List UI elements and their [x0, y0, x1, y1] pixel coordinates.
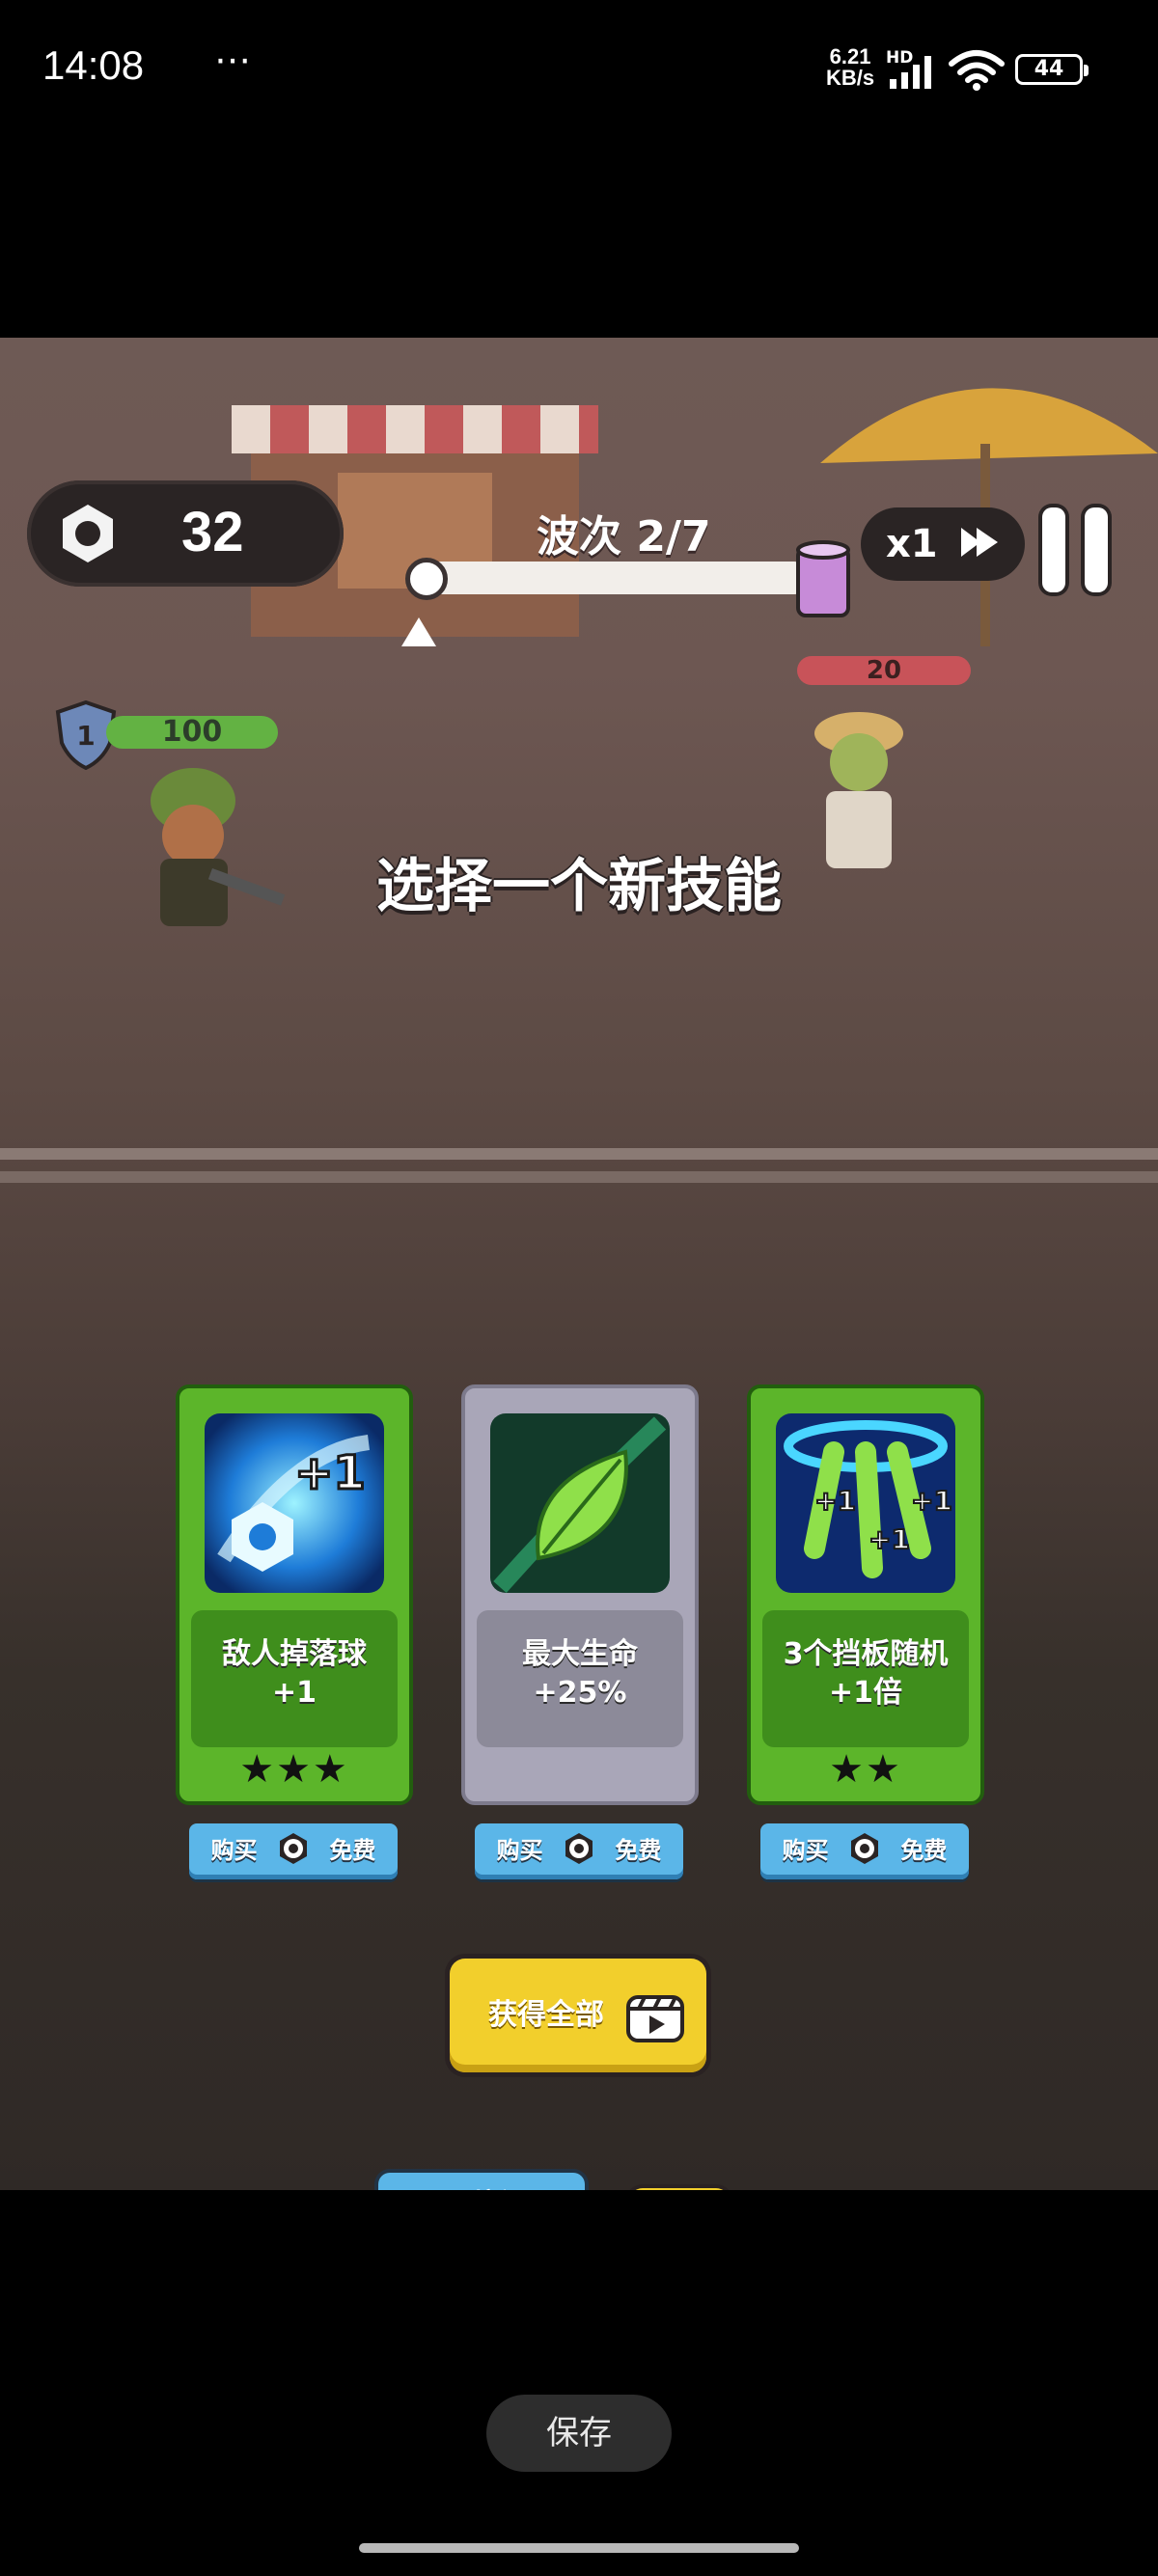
pause-bar-right	[1085, 507, 1108, 592]
wave-progress-knob	[405, 558, 448, 600]
get-all-button[interactable]: 获得全部	[450, 1959, 706, 2072]
buy-label: 购买	[782, 1837, 829, 1864]
coin-counter: 32	[27, 480, 344, 587]
beach-umbrella-image	[820, 388, 1158, 646]
dialog-title: 选择一个新技能	[376, 853, 782, 920]
gear-coin-icon	[565, 1833, 593, 1864]
gear-coin-icon	[63, 505, 113, 562]
status-time: 14:08	[42, 42, 145, 88]
buy-skill-button-1[interactable]: 购买 免费	[189, 1823, 398, 1879]
svg-text:+1: +1	[911, 1485, 952, 1517]
wave-label: 波次 2/7	[537, 512, 711, 562]
speed-label: x1	[886, 522, 938, 566]
more-notifications-icon: ⋯	[214, 39, 255, 81]
video-ad-icon	[626, 1995, 684, 2042]
skill-description: 3个挡板随机 +1倍	[762, 1610, 969, 1747]
network-speed-unit: KB/s	[826, 66, 875, 90]
skill-description: 敌人掉落球 +1	[191, 1610, 398, 1747]
pause-button[interactable]	[1042, 507, 1110, 592]
skill-leaf-icon	[490, 1413, 670, 1593]
battery-indicator: 44	[1015, 54, 1089, 85]
player-level: 1	[76, 720, 95, 752]
pause-bar-left	[1042, 507, 1065, 592]
get-all-label: 获得全部	[488, 1998, 604, 2032]
skill-name: 敌人掉落球	[222, 1637, 367, 1671]
wifi-icon	[949, 50, 1005, 91]
speed-toggle-button[interactable]: x1	[861, 507, 1025, 581]
buy-label: 购买	[210, 1837, 258, 1864]
refresh-video-button[interactable]	[629, 2188, 730, 2190]
network-speed: 6.21 KB/s	[826, 46, 874, 89]
network-speed-value: 6.21	[829, 44, 871, 69]
skill-ball-drop-icon: +1	[205, 1413, 384, 1593]
wave-progress-track	[425, 562, 811, 594]
refresh-label: 刷新	[378, 2182, 585, 2190]
skill-stars: ★★	[829, 1747, 902, 1792]
network-type: HD	[886, 48, 914, 68]
buy-skill-button-3[interactable]: 购买 免费	[760, 1823, 969, 1879]
buy-skill-button-2[interactable]: 购买 免费	[475, 1823, 683, 1879]
skill-value: +25%	[533, 1676, 627, 1710]
skill-value: +1	[271, 1676, 317, 1710]
skill-multiplier-icon: +1 +1 +1	[776, 1413, 955, 1593]
skill-card-paddles[interactable]: +1 +1 +1 3个挡板随机 +1倍 ★★	[747, 1384, 984, 1805]
skill-card-max-hp[interactable]: 最大生命 +25%	[461, 1384, 699, 1805]
skill-value: +1倍	[828, 1676, 902, 1710]
skill-stars: ★★★	[239, 1747, 349, 1792]
skill-name: 最大生命	[522, 1637, 638, 1671]
svg-text:+1: +1	[814, 1485, 856, 1517]
fence-image	[0, 1148, 1158, 1183]
svg-text:+1: +1	[294, 1446, 366, 1500]
refresh-button[interactable]: 刷新 50	[378, 2173, 585, 2190]
skill-card-enemy-drop[interactable]: +1 敌人掉落球 +1 ★★★	[176, 1384, 413, 1805]
save-button[interactable]: 保存	[486, 2395, 672, 2472]
svg-text:+1: +1	[868, 1523, 910, 1555]
free-label: 免费	[615, 1837, 662, 1864]
coin-count: 32	[181, 501, 244, 563]
player-hp-bar: 100	[106, 716, 278, 749]
free-label: 免费	[900, 1837, 948, 1864]
fast-forward-icon	[960, 528, 998, 557]
skill-description: 最大生命 +25%	[477, 1610, 683, 1747]
buy-label: 购买	[496, 1837, 543, 1864]
enemy-hp-bar: 20	[797, 656, 971, 685]
wave-marker-icon	[401, 617, 436, 646]
gear-coin-icon	[280, 1833, 307, 1864]
boss-can-icon	[796, 540, 850, 617]
skill-name: 3个挡板随机	[783, 1637, 949, 1671]
free-label: 免费	[329, 1837, 376, 1864]
gear-coin-icon	[851, 1833, 878, 1864]
home-indicator[interactable]	[359, 2543, 799, 2553]
game-viewport: 32 波次 2/7 x1 20 1 100 选择一个新技能 +1 敌人掉落球 +…	[0, 338, 1158, 2190]
